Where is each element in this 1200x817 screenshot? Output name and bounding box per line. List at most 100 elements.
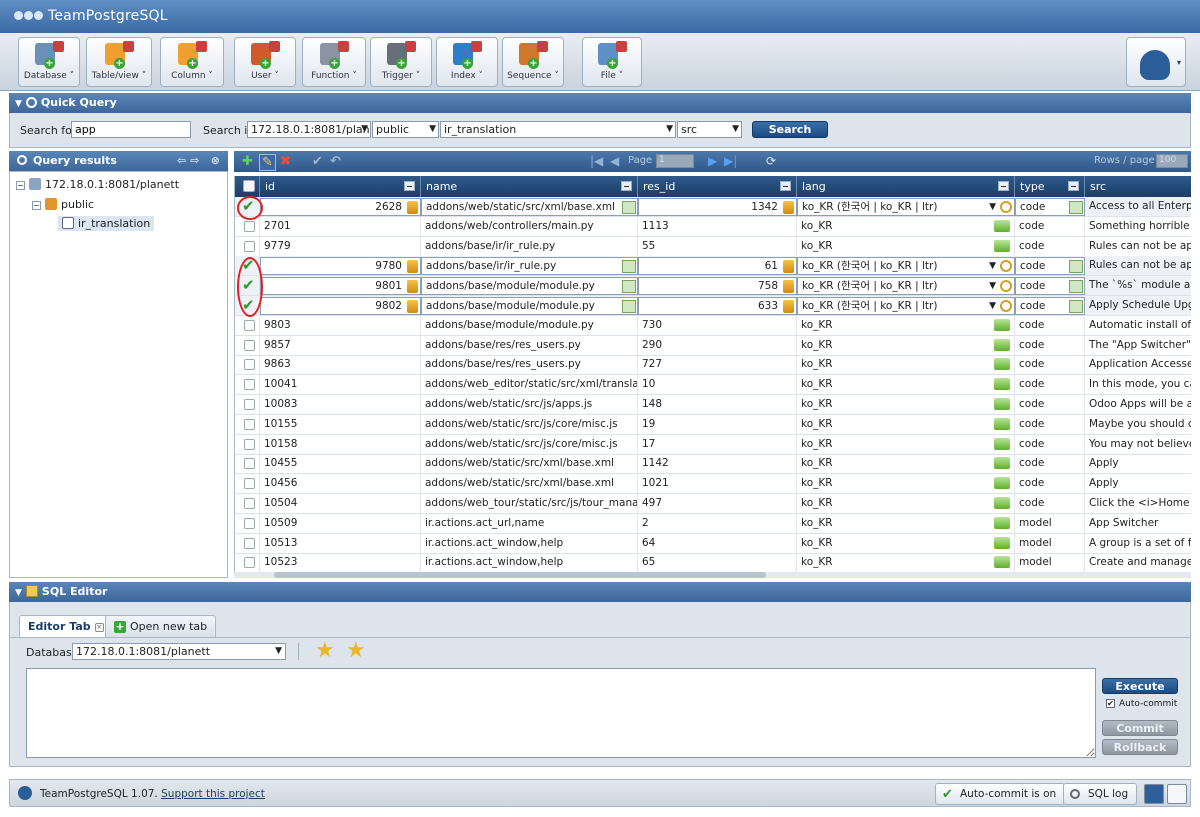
- cell-id[interactable]: 10523: [260, 553, 421, 574]
- lookup-icon[interactable]: [1000, 201, 1012, 213]
- cell-name[interactable]: addons/base/module/module.py: [421, 297, 638, 315]
- cell-res-id[interactable]: 19: [638, 414, 797, 435]
- row-checkbox[interactable]: [244, 339, 255, 351]
- row-checkbox[interactable]: [244, 418, 255, 430]
- cell-lang[interactable]: ko_KR: [797, 474, 1015, 495]
- sql-textarea[interactable]: [26, 668, 1096, 758]
- spinner-icon[interactable]: [783, 260, 794, 274]
- tree-node-schema[interactable]: − public: [32, 198, 94, 211]
- spinner-icon[interactable]: [407, 201, 418, 214]
- row-select-cell[interactable]: [235, 414, 260, 435]
- spinner-icon[interactable]: [783, 300, 794, 313]
- foreign-key-icon[interactable]: [994, 417, 1010, 430]
- cell-src[interactable]: The `%s` module appe: [1085, 276, 1191, 296]
- collapse-box-icon[interactable]: −: [32, 201, 41, 210]
- cell-src[interactable]: Application Accesses: [1085, 355, 1191, 375]
- forward-arrow-icon[interactable]: ⇨: [190, 154, 199, 167]
- cell-name[interactable]: addons/base/module/module.py: [421, 315, 638, 336]
- cell-id[interactable]: 9801: [260, 277, 421, 296]
- cell-src[interactable]: App Switcher: [1085, 514, 1191, 534]
- column-select[interactable]: src ▼: [677, 121, 742, 138]
- cell-res-id[interactable]: 497: [638, 494, 797, 514]
- tab-editor[interactable]: Editor Tab ×: [19, 615, 113, 637]
- cell-src[interactable]: The "App Switcher" actio: [1085, 336, 1191, 356]
- close-icon[interactable]: ⊗: [211, 154, 220, 167]
- cell-src[interactable]: Access to all Enterprise: [1085, 197, 1191, 217]
- cell-res-id[interactable]: 55: [638, 236, 797, 257]
- page-input[interactable]: 1: [656, 154, 694, 168]
- cell-lang[interactable]: ko_KR (한국어 | ko_KR | ltr) ▼: [797, 297, 1015, 315]
- tree-node-table[interactable]: ir_translation: [58, 216, 155, 231]
- cell-type[interactable]: code: [1015, 414, 1085, 435]
- first-page-icon[interactable]: |◀: [590, 154, 603, 168]
- trigger-menu-button[interactable]: + Trigger ˅: [370, 37, 432, 87]
- layout-split-icon[interactable]: [1144, 784, 1164, 804]
- cell-type[interactable]: code: [1015, 216, 1085, 237]
- row-checkbox[interactable]: [244, 359, 255, 371]
- table-row[interactable]: 9779 addons/base/ir/ir_rule.py 55 ko_KR code…: [235, 236, 1191, 257]
- foreign-key-icon[interactable]: [994, 239, 1010, 252]
- cell-src[interactable]: Rules can not be applied: [1085, 237, 1191, 257]
- cell-lang[interactable]: ko_KR: [797, 355, 1015, 376]
- foreign-key-icon[interactable]: [994, 398, 1010, 410]
- table-row[interactable]: 10083 addons/web/static/src/js/apps.js 148…: [235, 395, 1191, 415]
- layout-single-icon[interactable]: [1167, 784, 1187, 804]
- favorite-star-icon[interactable]: ★: [315, 640, 335, 662]
- cell-res-id[interactable]: 633: [638, 297, 797, 315]
- cell-lang[interactable]: ko_KR: [797, 494, 1015, 514]
- edit-field-icon[interactable]: [622, 260, 636, 274]
- foreign-key-icon[interactable]: [994, 457, 1010, 470]
- edit-field-icon[interactable]: [1069, 201, 1083, 214]
- table-select[interactable]: ir_translation ▼: [440, 121, 676, 138]
- cell-lang[interactable]: ko_KR: [797, 375, 1015, 396]
- cell-name[interactable]: addons/base/res/res_users.py: [421, 355, 638, 376]
- table-row[interactable]: 10504 addons/web_tour/static/src/js/tour_…: [235, 494, 1191, 514]
- chevron-down-icon[interactable]: ▼: [989, 199, 996, 215]
- foreign-key-icon[interactable]: [994, 378, 1010, 391]
- cell-src[interactable]: In this mode, you can o: [1085, 375, 1191, 395]
- save-favorite-icon[interactable]: ★: [346, 640, 366, 662]
- row-checkbox[interactable]: [244, 537, 255, 549]
- next-page-icon[interactable]: ▶: [708, 154, 717, 168]
- edit-field-icon[interactable]: [1069, 260, 1083, 274]
- cell-type[interactable]: code: [1015, 335, 1085, 356]
- row-select-cell[interactable]: [235, 494, 260, 514]
- cell-lang[interactable]: ko_KR: [797, 315, 1015, 336]
- cell-id[interactable]: 10455: [260, 454, 421, 475]
- cell-res-id[interactable]: 10: [638, 375, 797, 396]
- scrollbar-thumb[interactable]: [274, 572, 766, 578]
- cell-res-id[interactable]: 17: [638, 434, 797, 455]
- cell-type[interactable]: code: [1015, 474, 1085, 495]
- cell-res-id[interactable]: 730: [638, 315, 797, 336]
- row-select-cell[interactable]: [235, 533, 260, 554]
- cell-id[interactable]: 2628: [260, 198, 421, 216]
- sql-editor-header[interactable]: ▼ SQL Editor: [9, 582, 1191, 602]
- lookup-icon[interactable]: [1000, 300, 1012, 312]
- database-menu-button[interactable]: + Database ˅: [18, 37, 80, 87]
- column-menu-icon[interactable]: [780, 181, 791, 191]
- spinner-icon[interactable]: [407, 280, 418, 294]
- row-checkbox[interactable]: [244, 557, 255, 569]
- database-select[interactable]: 172.18.0.1:8081/planett ▼: [72, 643, 286, 660]
- cell-src[interactable]: Automatic install of dow: [1085, 316, 1191, 336]
- cell-id[interactable]: 10041: [260, 375, 421, 396]
- search-for-input[interactable]: [71, 121, 191, 138]
- cell-src[interactable]: You may not believe it, <: [1085, 435, 1191, 455]
- autocommit-checkbox[interactable]: ✔ Auto-commit: [1106, 699, 1177, 709]
- column-menu-icon[interactable]: [621, 181, 632, 191]
- row-checkbox[interactable]: [244, 379, 255, 391]
- cell-id[interactable]: 10504: [260, 494, 421, 514]
- edit-field-icon[interactable]: [622, 201, 636, 214]
- index-menu-button[interactable]: + Index ˅: [436, 37, 498, 87]
- cell-res-id[interactable]: 758: [638, 277, 797, 296]
- edit-field-icon[interactable]: [622, 300, 636, 313]
- cell-name[interactable]: addons/base/res/res_users.py: [421, 335, 638, 356]
- select-all-checkbox[interactable]: [243, 180, 255, 192]
- schema-select[interactable]: public ▼: [372, 121, 439, 138]
- row-select-cell[interactable]: [235, 375, 260, 396]
- cell-name[interactable]: ir.actions.act_window,help: [421, 533, 638, 554]
- cell-lang[interactable]: ko_KR: [797, 335, 1015, 356]
- cell-type[interactable]: model: [1015, 533, 1085, 554]
- cell-res-id[interactable]: 1342: [638, 198, 797, 216]
- column-menu-icon[interactable]: [998, 181, 1009, 191]
